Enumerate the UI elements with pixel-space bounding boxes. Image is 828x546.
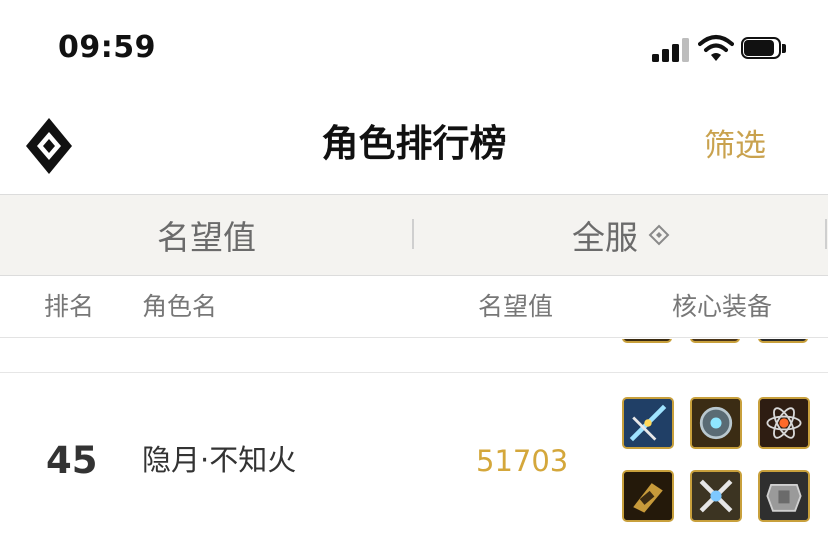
nav-bar: 角色排行榜 筛选 bbox=[0, 96, 828, 194]
filter-button[interactable]: 筛选 bbox=[704, 124, 766, 168]
header-equipment: 核心装备 bbox=[672, 292, 773, 321]
row-rank: 45 bbox=[46, 439, 98, 482]
row-score: 51703 bbox=[476, 444, 569, 478]
header-rank: 排名 bbox=[44, 292, 95, 321]
table-header: 排名 角色名 名望值 核心装备 bbox=[0, 276, 828, 338]
tab-divider bbox=[825, 219, 827, 249]
gauntlet-equipment-icon[interactable] bbox=[622, 470, 674, 522]
cross-equipment-icon[interactable] bbox=[690, 470, 742, 522]
cellular-signal-icon bbox=[652, 38, 690, 62]
battery-icon bbox=[741, 37, 787, 61]
filter-bar: 名望值 全服 bbox=[0, 194, 828, 276]
header-name: 角色名 bbox=[142, 292, 218, 321]
status-time: 09:59 bbox=[58, 30, 156, 65]
row-character-name[interactable]: 隐月·不知火 bbox=[142, 440, 296, 480]
equipment-icon[interactable] bbox=[758, 339, 808, 343]
tab-server-label: 全服 bbox=[572, 218, 638, 257]
equipment-icon[interactable] bbox=[622, 339, 672, 343]
tab-server[interactable]: 全服 bbox=[414, 195, 828, 275]
tab-reputation[interactable]: 名望值 bbox=[0, 195, 413, 275]
atom-equipment-icon[interactable] bbox=[758, 397, 810, 449]
wifi-icon bbox=[698, 35, 734, 61]
header-score: 名望值 bbox=[478, 292, 554, 321]
equipment-icon[interactable] bbox=[690, 339, 740, 343]
sword-equipment-icon[interactable] bbox=[622, 397, 674, 449]
status-bar: 09:59 bbox=[0, 0, 828, 96]
orb-equipment-icon[interactable] bbox=[690, 397, 742, 449]
table-row-partial[interactable] bbox=[0, 339, 828, 373]
armor-equipment-icon[interactable] bbox=[758, 470, 810, 522]
tab-reputation-label: 名望值 bbox=[157, 218, 256, 257]
dropdown-diamond-icon bbox=[648, 224, 670, 246]
